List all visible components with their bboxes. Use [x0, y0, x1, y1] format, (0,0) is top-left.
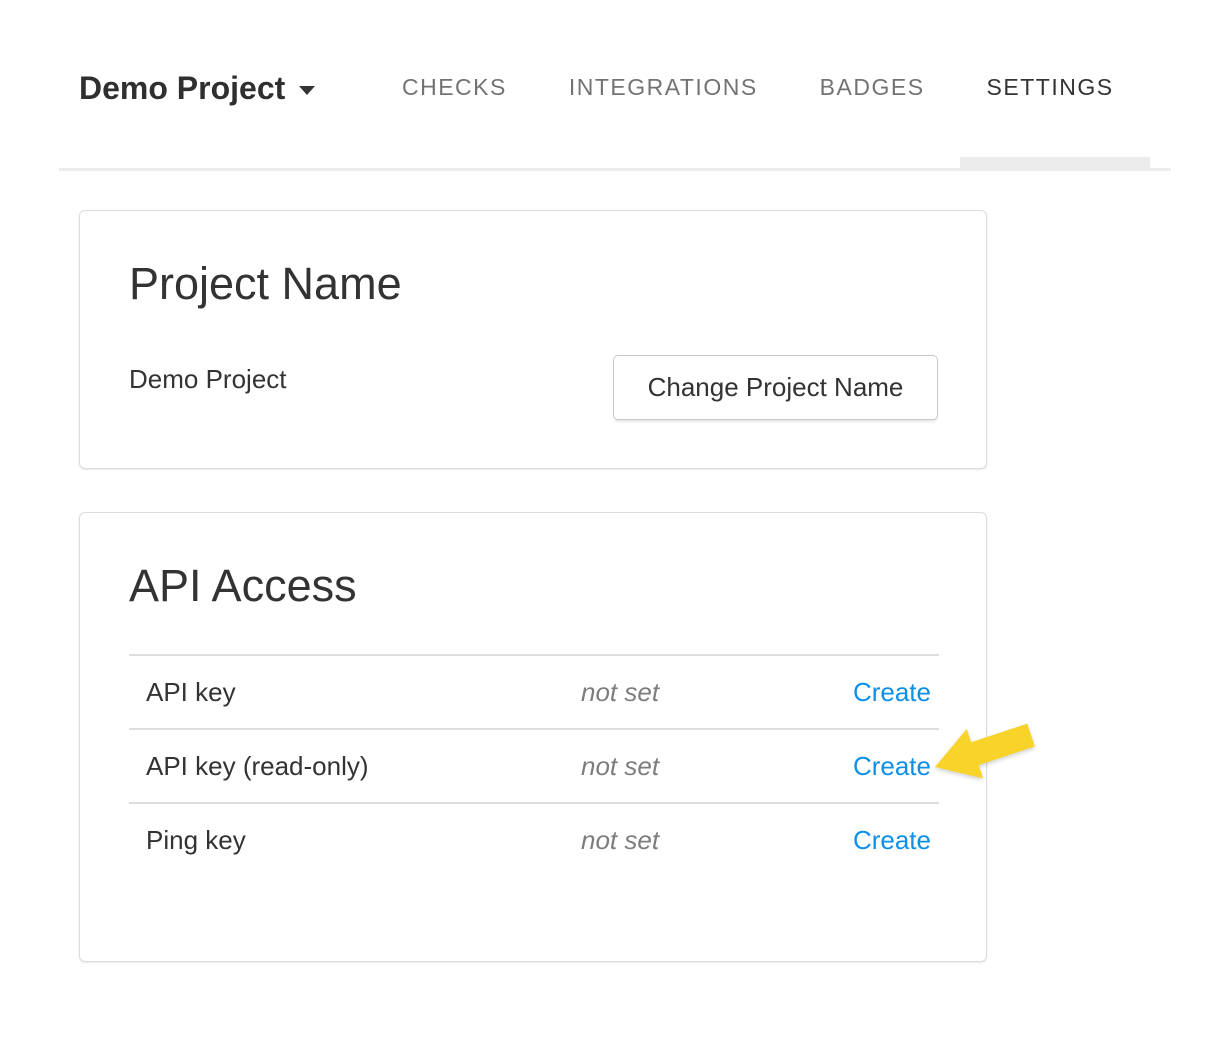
table-row: API key (read-only) not set Create — [129, 728, 939, 802]
annotation-arrow-icon — [934, 723, 1036, 780]
key-value: not set — [581, 825, 836, 856]
table-row: API key not set Create — [129, 654, 939, 728]
nav-tabs: CHECKS INTEGRATIONS BADGES SETTINGS — [402, 76, 1114, 99]
create-api-key-link[interactable]: Create — [853, 677, 931, 707]
tab-settings[interactable]: SETTINGS — [987, 76, 1114, 99]
header-divider — [59, 168, 1171, 171]
project-name-card-title: Project Name — [129, 261, 402, 306]
key-action-cell: Create — [836, 677, 939, 708]
tab-checks[interactable]: CHECKS — [402, 76, 507, 99]
api-access-card-title: API Access — [129, 563, 357, 608]
key-action-cell: Create — [836, 751, 939, 782]
project-name-value: Demo Project — [129, 366, 287, 392]
table-row: Ping key not set Create — [129, 802, 939, 876]
project-name-card: Project Name Demo Project Change Project… — [79, 210, 987, 469]
api-access-card: API Access API key not set Create API ke… — [79, 512, 987, 962]
key-label: API key (read-only) — [129, 751, 581, 782]
key-value: not set — [581, 677, 836, 708]
tab-integrations[interactable]: INTEGRATIONS — [569, 76, 758, 99]
api-keys-table: API key not set Create API key (read-onl… — [129, 654, 939, 876]
key-action-cell: Create — [836, 825, 939, 856]
project-settings-page: Demo Project CHECKS INTEGRATIONS BADGES … — [0, 0, 1220, 1059]
create-api-key-readonly-link[interactable]: Create — [853, 751, 931, 781]
tab-badges[interactable]: BADGES — [820, 76, 925, 99]
project-selector-label: Demo Project — [79, 69, 285, 107]
key-value: not set — [581, 751, 836, 782]
key-label: API key — [129, 677, 581, 708]
chevron-down-icon — [299, 86, 315, 95]
key-label: Ping key — [129, 825, 581, 856]
change-project-name-button[interactable]: Change Project Name — [613, 355, 938, 420]
create-ping-key-link[interactable]: Create — [853, 825, 931, 855]
annotation-arrow-shape — [935, 724, 1035, 779]
project-selector[interactable]: Demo Project — [79, 69, 315, 107]
